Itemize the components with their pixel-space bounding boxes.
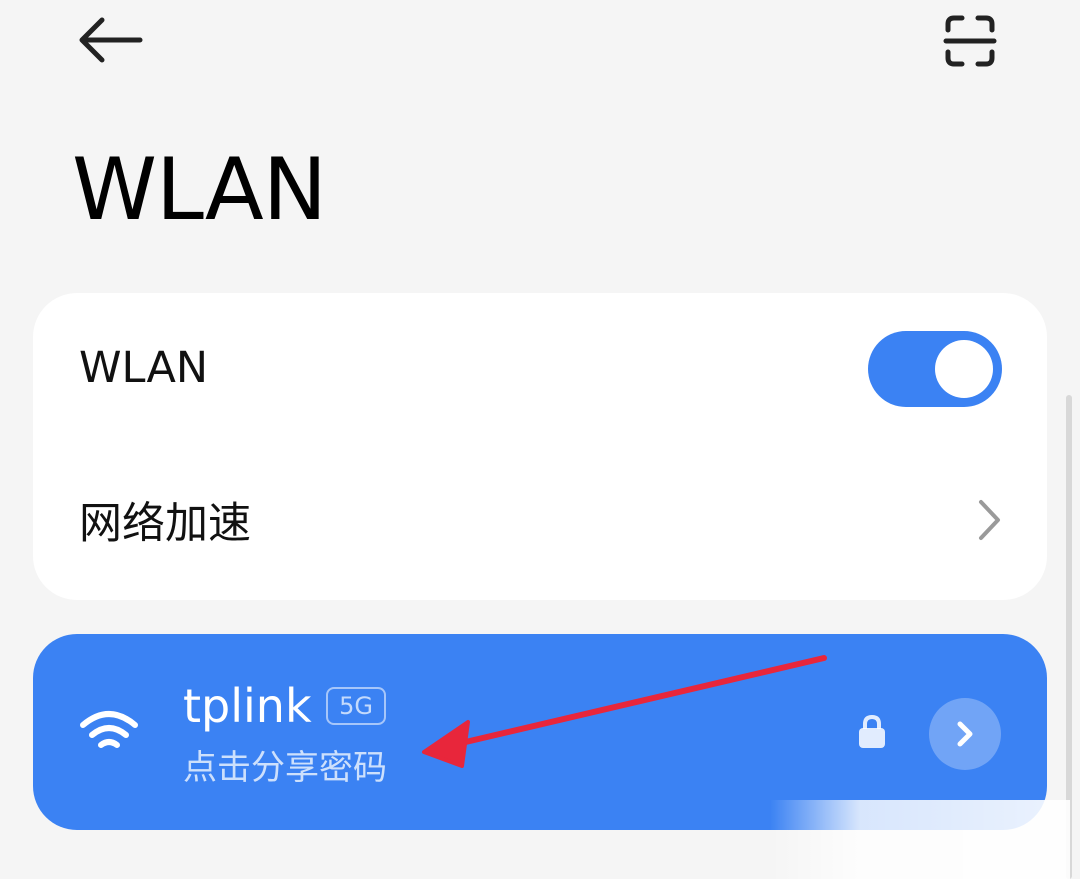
wlan-toggle-row[interactable]: WLAN — [33, 293, 1047, 443]
toggle-knob — [935, 340, 993, 398]
page-title: WLAN — [72, 140, 327, 240]
network-details-button[interactable] — [929, 698, 1001, 770]
settings-card: WLAN 网络加速 — [33, 293, 1047, 600]
wlan-toggle-switch[interactable] — [868, 331, 1002, 407]
watermark — [770, 800, 1070, 879]
band-badge: 5G — [326, 687, 386, 725]
lock-icon — [859, 714, 885, 748]
scan-qr-icon — [943, 15, 997, 67]
network-ssid: tplink — [183, 679, 312, 733]
network-acceleration-label: 网络加速 — [79, 499, 251, 549]
chevron-right-icon — [957, 721, 973, 747]
wlan-label: WLAN — [79, 343, 209, 393]
network-acceleration-row[interactable]: 网络加速 — [33, 445, 1047, 595]
scan-button[interactable] — [936, 10, 1004, 72]
back-button[interactable] — [70, 12, 150, 68]
share-password-hint[interactable]: 点击分享密码 — [183, 746, 387, 790]
arrow-left-icon — [79, 17, 143, 63]
chevron-right-icon — [979, 500, 1000, 540]
wifi-icon — [80, 711, 138, 748]
